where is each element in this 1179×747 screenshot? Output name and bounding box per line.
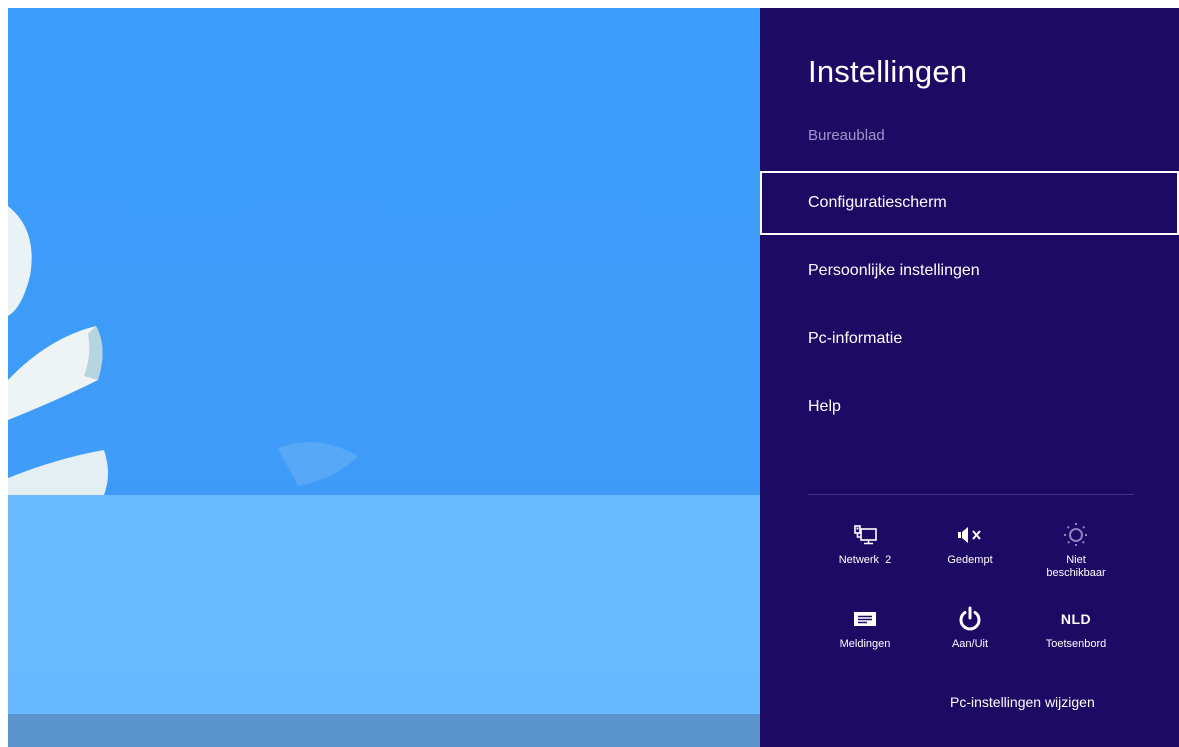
tile-label: Gedempt: [947, 554, 993, 566]
divider: [808, 494, 1134, 495]
menu-item-help[interactable]: Help: [760, 375, 1179, 439]
screen: Instellingen Bureaublad Configuratiesche…: [8, 8, 1179, 747]
quick-setting-notifications[interactable]: Meldingen: [817, 604, 913, 674]
tile-label: Meldingen: [839, 638, 891, 650]
menu-item-control-panel[interactable]: Configuratiescherm: [760, 171, 1179, 235]
menu-item-pc-info[interactable]: Pc-informatie: [760, 307, 1179, 371]
network-icon: [851, 520, 879, 550]
wallpaper-flower-petals: [8, 206, 358, 495]
keyboard-icon: NLD: [1061, 604, 1091, 634]
charm-title: Instellingen: [808, 54, 968, 89]
quick-setting-network[interactable]: Netwerk 2: [817, 520, 913, 590]
change-pc-settings-link[interactable]: Pc-instellingen wijzigen: [950, 694, 1095, 710]
notifications-icon: [852, 604, 878, 634]
quick-setting-keyboard[interactable]: NLD Toetsenbord: [1028, 604, 1124, 674]
tile-label: Netwerk 2: [838, 554, 892, 566]
menu-item-label: Pc-informatie: [808, 330, 903, 347]
taskbar[interactable]: [8, 714, 760, 747]
menu-item-personalization[interactable]: Persoonlijke instellingen: [760, 239, 1179, 303]
tile-label: Niet beschikbaar: [1046, 554, 1106, 579]
menu-item-label: Persoonlijke instellingen: [808, 262, 980, 279]
menu-item-label: Help: [808, 398, 841, 415]
power-icon: [956, 604, 984, 634]
tile-label: Toetsenbord: [1045, 638, 1107, 650]
brightness-icon: [1061, 520, 1091, 550]
quick-setting-volume[interactable]: Gedempt: [922, 520, 1018, 590]
charm-subtitle: Bureaublad: [808, 127, 885, 144]
menu-item-label: Configuratiescherm: [808, 194, 947, 211]
quick-setting-power[interactable]: Aan/Uit: [922, 604, 1018, 674]
quick-setting-brightness[interactable]: Niet beschikbaar: [1028, 520, 1124, 590]
desktop[interactable]: [8, 8, 760, 747]
volume-muted-icon: [955, 520, 985, 550]
desktop-overlay: [8, 495, 760, 715]
settings-charm-panel: Instellingen Bureaublad Configuratiesche…: [760, 8, 1179, 747]
keyboard-language-code: NLD: [1060, 611, 1092, 627]
tile-label: Aan/Uit: [951, 638, 989, 650]
